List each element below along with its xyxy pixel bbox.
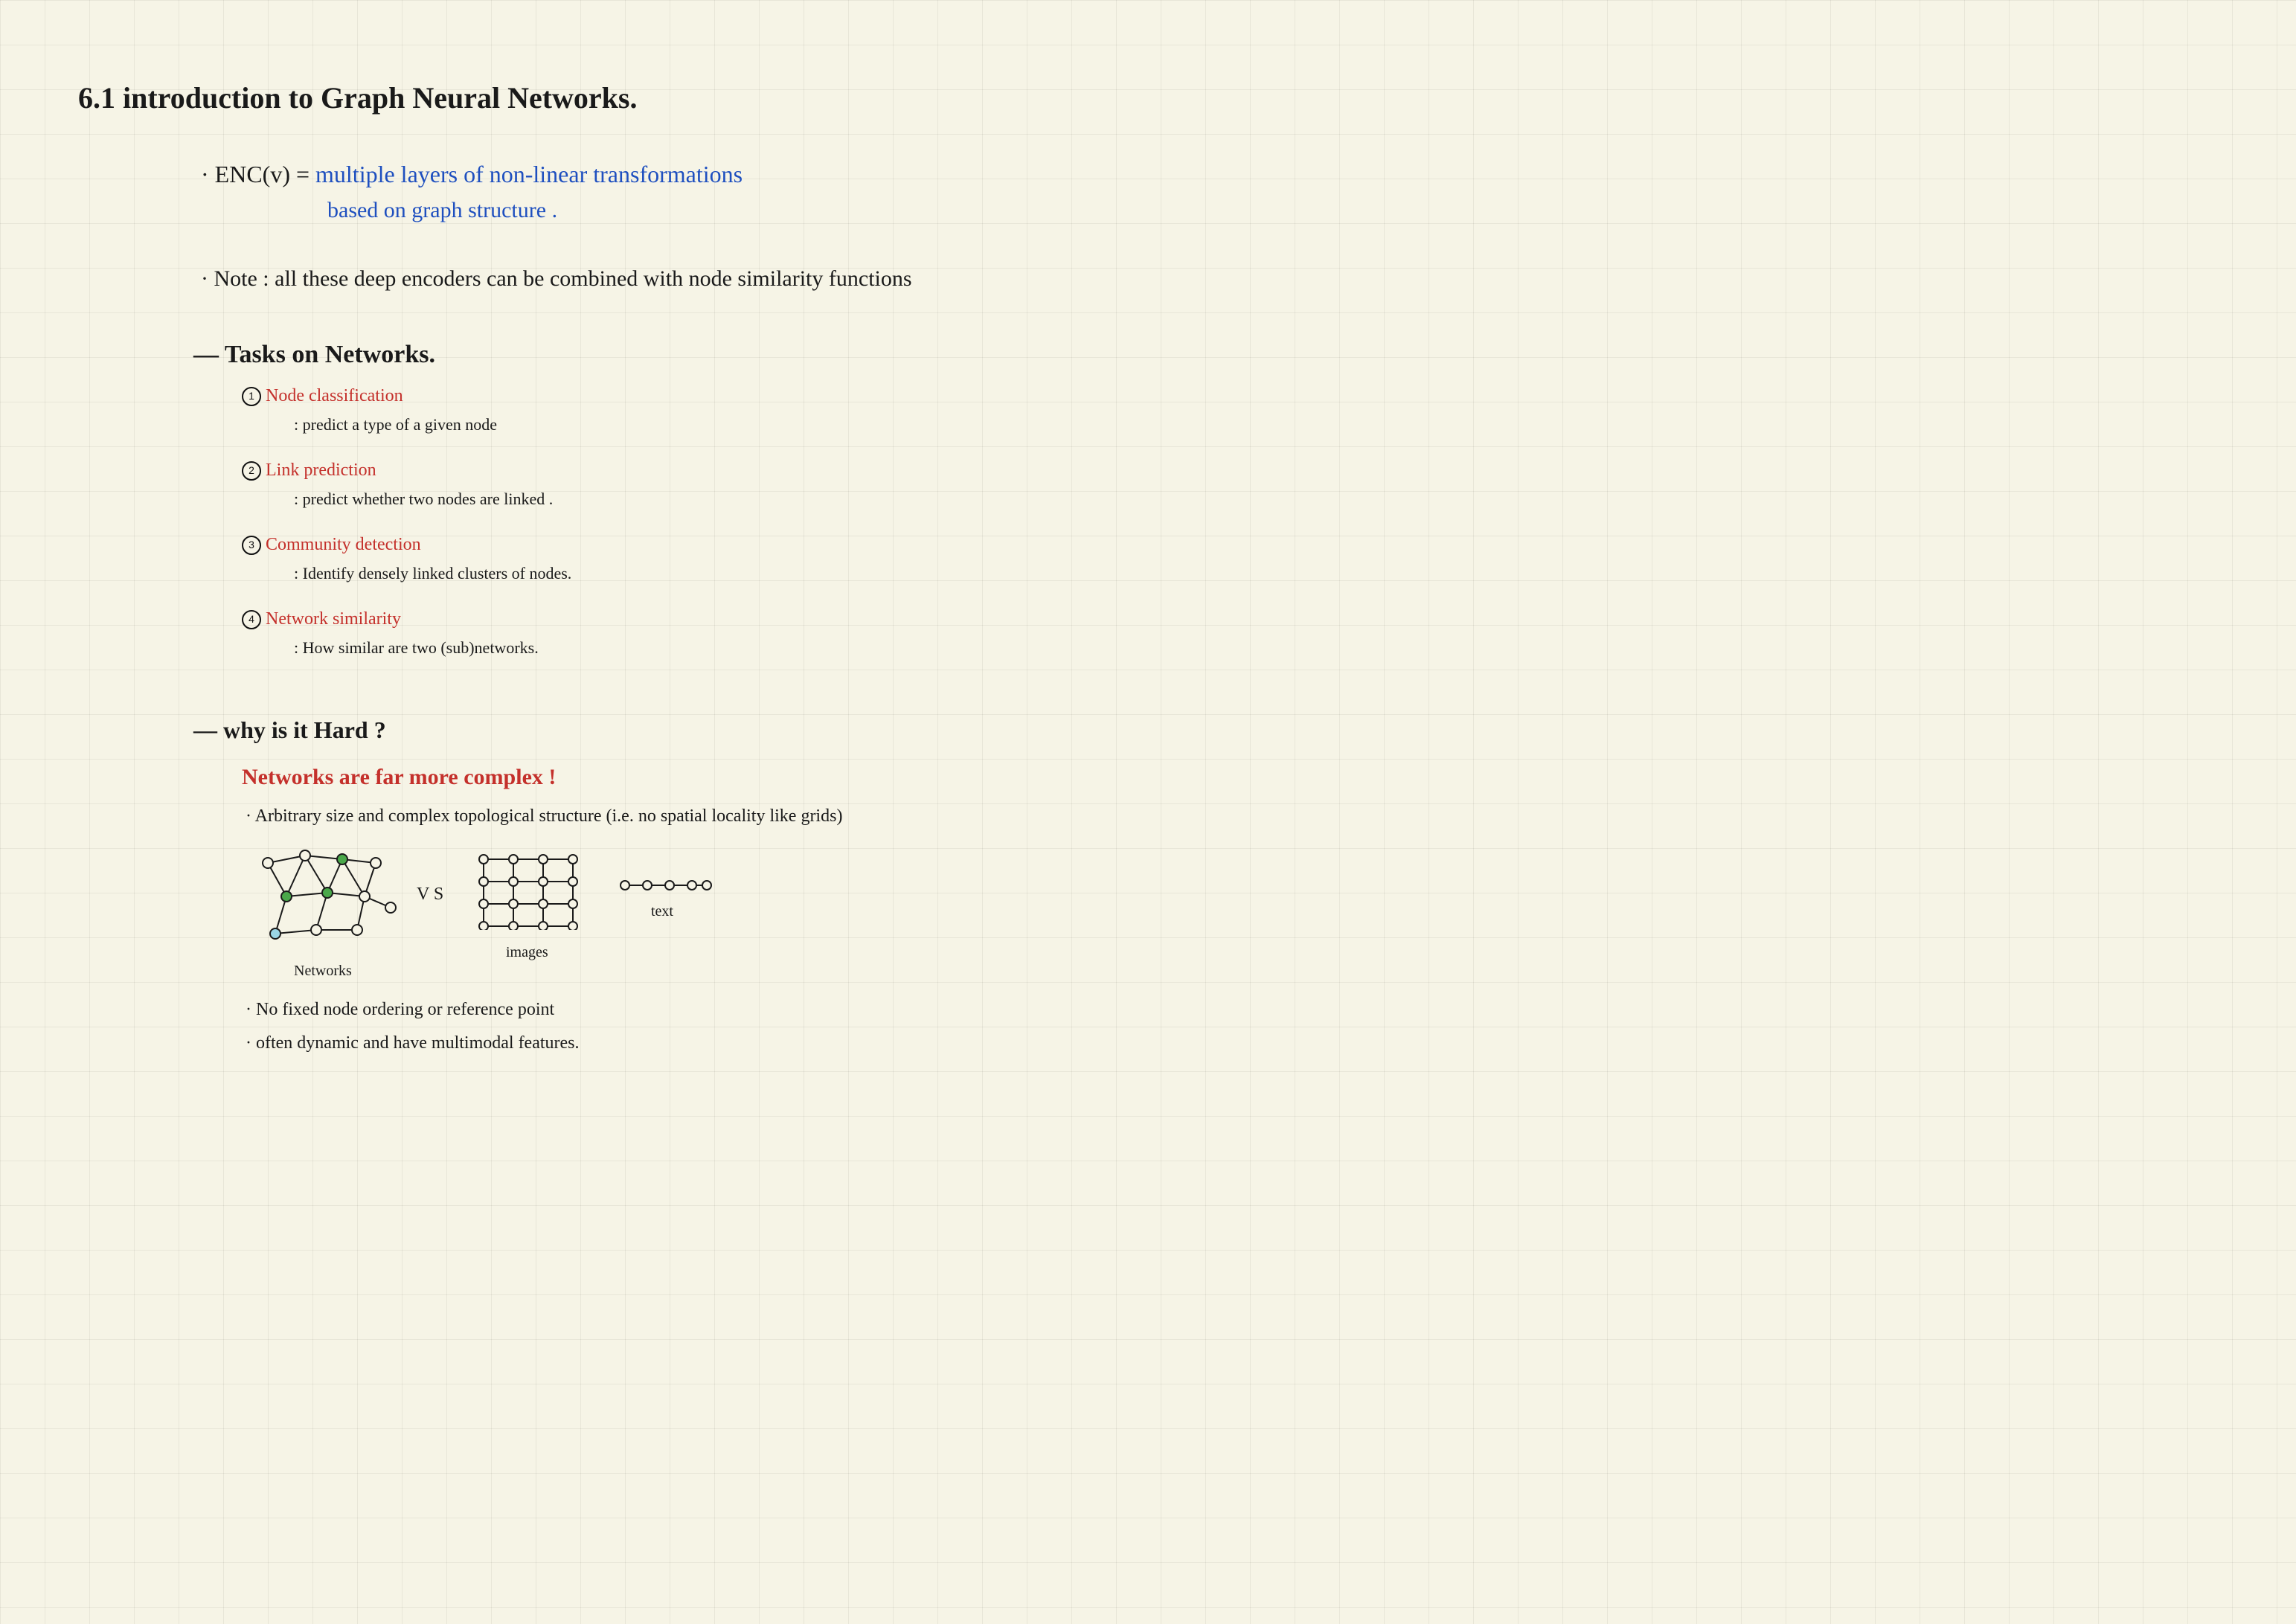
vs-label: V S (417, 885, 443, 903)
num-circle-3: 3 (242, 536, 261, 555)
task-4: 4 Network similarity (242, 610, 401, 629)
enc-def-1: multiple layers of non-linear transforma… (315, 161, 743, 187)
enc-def-2: based on graph structure . (327, 199, 557, 222)
enc-line: · ENC(v) = multiple layers of non-linear… (201, 162, 743, 186)
task-1-title: Node classification (266, 386, 403, 405)
task-4-desc: : How similar are two (sub)networks. (294, 640, 539, 656)
num-circle-2: 2 (242, 461, 261, 481)
task-2-desc: : predict whether two nodes are linked . (294, 491, 553, 507)
enc-prefix: · ENC(v) = (201, 161, 315, 187)
task-4-title: Network similarity (266, 609, 401, 629)
num-circle-1: 1 (242, 387, 261, 406)
hard-bullet-1: · Arbitrary size and complex topological… (246, 807, 842, 825)
tasks-heading: — Tasks on Networks. (193, 342, 435, 368)
hard-heading: — why is it Hard ? (193, 718, 386, 742)
task-2-title: Link prediction (266, 460, 376, 480)
graph-diagram (246, 841, 402, 960)
hard-bullet-2: · No fixed node ordering or reference po… (246, 1001, 554, 1018)
num-circle-4: 4 (242, 610, 261, 629)
label-text: text (651, 904, 673, 919)
task-3-title: Community detection (266, 535, 421, 554)
image-grid-diagram (472, 848, 584, 930)
text-chain-diagram (618, 874, 714, 896)
label-images: images (506, 945, 548, 960)
hard-bullet-3: · often dynamic and have multimodal feat… (246, 1034, 580, 1052)
task-3-desc: : Identify densely linked clusters of no… (294, 565, 571, 582)
label-networks: Networks (294, 963, 352, 978)
task-1: 1 Node classification (242, 387, 403, 406)
task-1-desc: : predict a type of a given node (294, 417, 497, 433)
hard-complex: Networks are far more complex ! (242, 766, 556, 789)
task-2: 2Link prediction (242, 461, 376, 481)
note-line: · Note : all these deep encoders can be … (201, 268, 912, 290)
task-3: 3 Community detection (242, 536, 421, 555)
page-title: 6.1 introduction to Graph Neural Network… (78, 83, 637, 113)
